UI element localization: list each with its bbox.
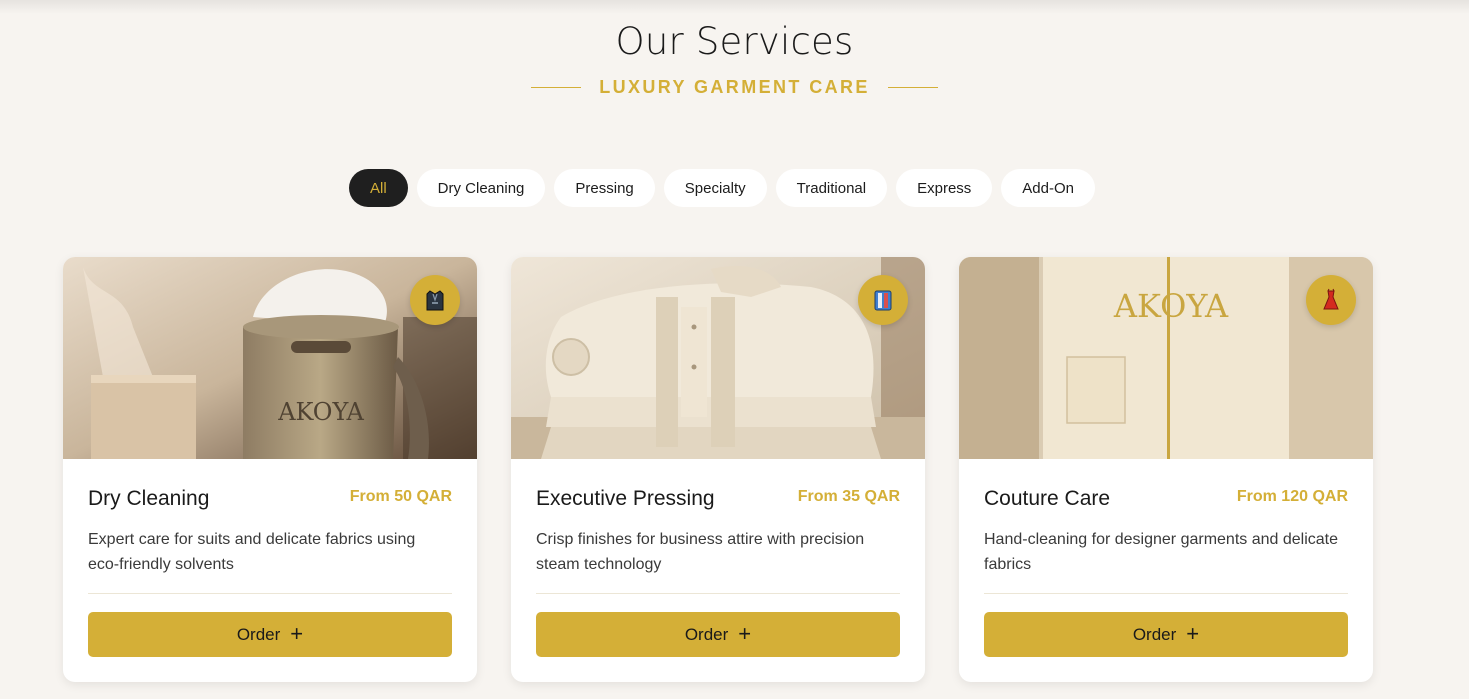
card-divider bbox=[984, 593, 1348, 594]
order-label: Order bbox=[684, 624, 729, 644]
service-description: Expert care for suits and delicate fabri… bbox=[88, 531, 416, 573]
suit-icon bbox=[410, 275, 460, 325]
section-title: Our Services bbox=[615, 20, 854, 63]
service-card-dry-cleaning[interactable]: AKOYA Dry Cleaning From 50 QAR Expert ca… bbox=[63, 257, 477, 682]
order-button[interactable]: Order + bbox=[536, 612, 900, 657]
order-label: Order bbox=[1132, 624, 1177, 644]
filter-traditional[interactable]: Traditional bbox=[775, 169, 888, 207]
service-price: From 120 QAR bbox=[1236, 488, 1348, 505]
svg-text:AKOYA: AKOYA bbox=[1113, 287, 1229, 325]
plus-icon: + bbox=[1186, 620, 1200, 646]
section-subtitle: LUXURY GARMENT CARE bbox=[599, 77, 870, 97]
service-description: Crisp finishes for business attire with … bbox=[536, 531, 865, 573]
plus-icon: + bbox=[290, 620, 304, 646]
subtitle-line-right bbox=[887, 87, 938, 88]
card-divider bbox=[536, 593, 900, 594]
svg-text:AKOYA: AKOYA bbox=[277, 398, 364, 426]
filter-all[interactable]: All bbox=[349, 169, 408, 207]
plus-icon: + bbox=[738, 620, 752, 646]
service-name: Couture Care bbox=[984, 487, 1111, 510]
shirt-icon bbox=[858, 275, 908, 325]
service-description: Hand-cleaning for designer garments and … bbox=[984, 531, 1338, 573]
subtitle-line-left bbox=[531, 87, 582, 88]
filter-add-on[interactable]: Add-On bbox=[1001, 169, 1095, 207]
filter-specialty[interactable]: Specialty bbox=[663, 169, 767, 207]
card-divider bbox=[88, 593, 452, 594]
service-name: Dry Cleaning bbox=[88, 487, 210, 510]
filter-tabs: All Dry Cleaning Pressing Specialty Trad… bbox=[349, 169, 1095, 207]
filter-pressing[interactable]: Pressing bbox=[554, 169, 655, 207]
service-card-executive-pressing[interactable]: Executive Pressing From 35 QAR Crisp fin… bbox=[511, 257, 925, 682]
service-price: From 50 QAR bbox=[349, 488, 452, 505]
section-subtitle-row: LUXURY GARMENT CARE bbox=[0, 77, 1469, 98]
order-label: Order bbox=[236, 624, 281, 644]
service-price: From 35 QAR bbox=[797, 488, 900, 505]
top-shadow bbox=[0, 0, 1469, 14]
filter-express[interactable]: Express bbox=[896, 169, 993, 207]
dress-icon bbox=[1306, 275, 1356, 325]
order-button[interactable]: Order + bbox=[88, 612, 452, 657]
filter-dry-cleaning[interactable]: Dry Cleaning bbox=[416, 169, 546, 207]
service-card-couture-care[interactable]: AKOYA Couture Care From 120 QAR Hand-cle… bbox=[959, 257, 1373, 682]
service-name: Executive Pressing bbox=[536, 487, 715, 510]
order-button[interactable]: Order + bbox=[984, 612, 1348, 657]
